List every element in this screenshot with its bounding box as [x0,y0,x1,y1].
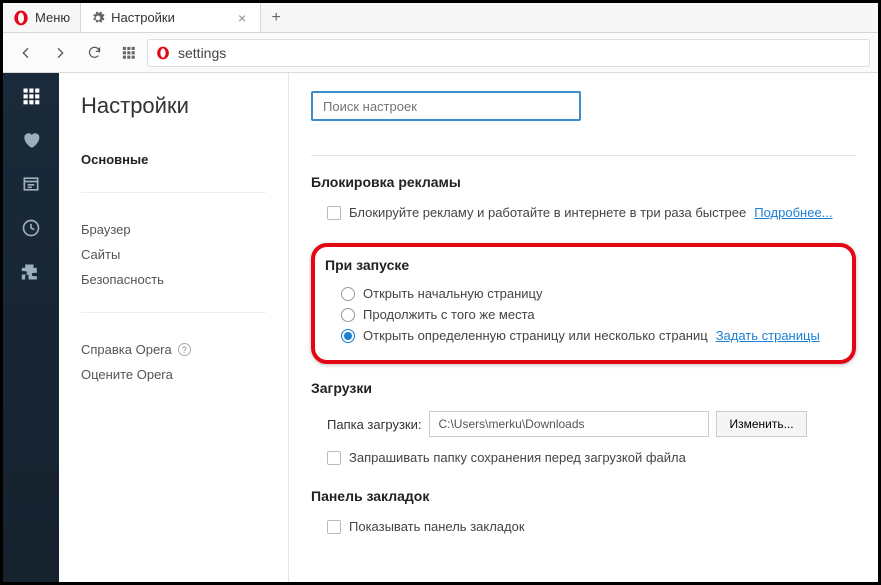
nav-item-rate[interactable]: Оцените Opera [81,362,266,387]
show-bookmarks-label: Показывать панель закладок [349,519,525,534]
tab-label: Настройки [111,10,175,25]
help-icon: ? [178,343,191,356]
new-tab-button[interactable]: + [261,3,291,32]
ask-folder-checkbox[interactable] [327,451,341,465]
nav-item-security[interactable]: Безопасность [81,267,266,292]
section-title: Панель закладок [311,488,856,504]
divider [311,155,856,156]
opera-icon [156,46,170,60]
download-folder-label: Папка загрузки: [327,417,421,432]
learn-more-link[interactable]: Подробнее... [754,205,832,220]
startup-radio-2[interactable] [341,329,355,343]
settings-nav: Настройки Основные Браузер Сайты Безопас… [59,73,289,582]
search-input[interactable] [311,91,581,121]
nav-item-basic[interactable]: Основные [81,147,266,172]
settings-content: Блокировка рекламы Блокируйте рекламу и … [289,73,878,582]
startup-option-1[interactable]: Продолжить с того же места [363,307,535,322]
startup-radio-0[interactable] [341,287,355,301]
news-icon[interactable] [20,173,42,195]
startup-option-0[interactable]: Открыть начальную страницу [363,286,543,301]
nav-item-browser[interactable]: Браузер [81,217,266,242]
adblock-checkbox[interactable] [327,206,341,220]
speed-dial-button[interactable] [113,38,143,68]
nav-item-help[interactable]: Справка Opera ? [81,337,266,362]
back-button[interactable] [11,38,41,68]
forward-button[interactable] [45,38,75,68]
section-title: Блокировка рекламы [311,174,856,190]
tab-settings[interactable]: Настройки × [81,3,261,32]
page-title: Настройки [81,93,266,119]
menu-button[interactable]: Меню [3,3,81,32]
startup-radio-1[interactable] [341,308,355,322]
section-title: При запуске [325,257,842,273]
address-bar: settings [3,33,878,73]
url-text: settings [178,45,226,61]
vertical-sidebar [3,73,59,582]
body: Настройки Основные Браузер Сайты Безопас… [3,73,878,582]
section-downloads: Загрузки Папка загрузки: C:\Users\merku\… [311,380,856,468]
nav-item-websites[interactable]: Сайты [81,242,266,267]
menu-label: Меню [35,10,70,25]
startup-option-2[interactable]: Открыть определенную страницу или нескол… [363,328,708,343]
section-adblock: Блокировка рекламы Блокируйте рекламу и … [311,174,856,223]
opera-icon [13,10,29,26]
history-icon[interactable] [20,217,42,239]
url-field[interactable]: settings [147,39,870,67]
section-startup-highlight: При запуске Открыть начальную страницу П… [311,243,856,364]
download-folder-path: C:\Users\merku\Downloads [429,411,709,437]
title-bar: Меню Настройки × + [3,3,878,33]
gear-icon [91,11,105,25]
heart-icon[interactable] [20,129,42,151]
section-bookmarks: Панель закладок Показывать панель заклад… [311,488,856,537]
speed-dial-icon[interactable] [20,85,42,107]
browser-window: Меню Настройки × + settings Нас [0,0,881,585]
adblock-label: Блокируйте рекламу и работайте в интерне… [349,205,746,220]
close-icon[interactable]: × [234,10,250,26]
show-bookmarks-checkbox[interactable] [327,520,341,534]
section-title: Загрузки [311,380,856,396]
extensions-icon[interactable] [20,261,42,283]
change-folder-button[interactable]: Изменить... [716,411,806,437]
ask-folder-label: Запрашивать папку сохранения перед загру… [349,450,686,465]
set-pages-link[interactable]: Задать страницы [716,328,820,343]
reload-button[interactable] [79,38,109,68]
